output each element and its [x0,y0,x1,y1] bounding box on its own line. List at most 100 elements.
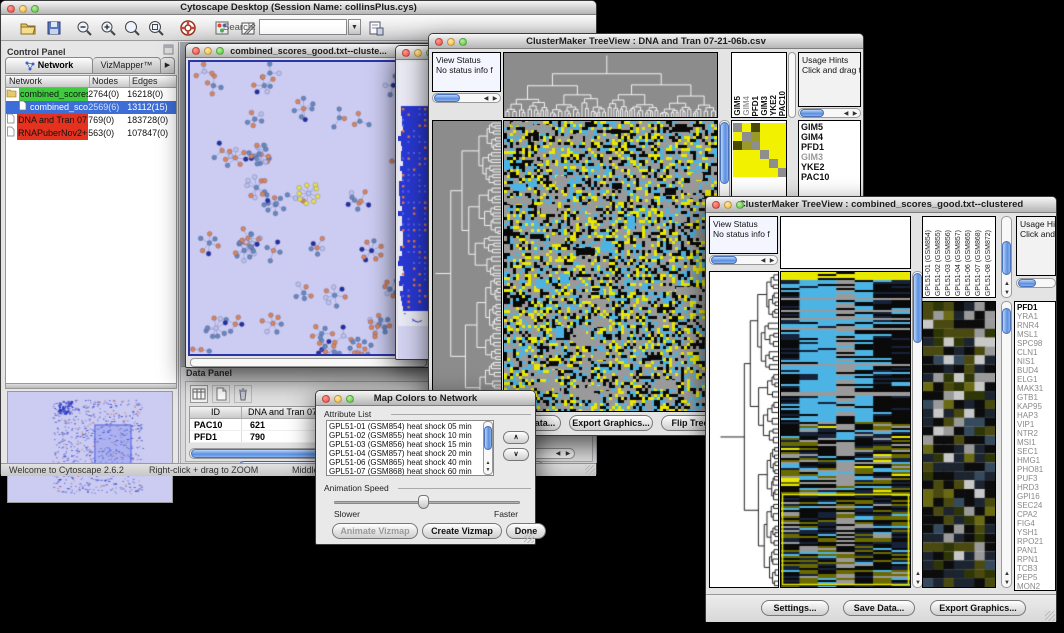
mini-heat-cell[interactable] [769,132,778,141]
minimize-button[interactable] [204,47,212,55]
mini-heat-cell[interactable] [778,141,787,150]
network-hscrollbar[interactable] [190,358,427,367]
mini-heat-cell[interactable] [742,132,751,141]
tv1-heatmap[interactable] [504,121,717,411]
column-label[interactable]: GIM5 [733,96,742,116]
zoom-button[interactable] [459,38,467,46]
gene-label[interactable]: PHO81 [1017,465,1053,474]
mini-heat-cell[interactable] [760,159,769,168]
attribute-item[interactable]: GPL51-04 (GSM857) heat shock 20 min [329,449,491,458]
mini-heat-cell[interactable] [760,132,769,141]
minimize-button[interactable] [334,395,342,403]
tv1-row-dendrogram[interactable] [433,121,501,411]
tv2-zoom-vscrollbar[interactable]: ▲▼ [1001,301,1012,588]
gene-label[interactable]: VIP1 [1017,420,1053,429]
tv2-column-dendrogram[interactable] [780,216,911,269]
mini-heat-cell[interactable] [751,168,760,177]
gene-label[interactable]: CPA2 [1017,510,1053,519]
zoom-button[interactable] [346,395,354,403]
gene-label[interactable]: GIM3 [801,152,858,162]
animate-vizmap-button[interactable]: Animate Vizmap [332,523,418,539]
tv1-mini-heatmap[interactable] [733,123,787,177]
panel-divider[interactable] [5,384,177,389]
attribute-list-scrollbar[interactable]: ▲▼ [483,421,493,475]
mini-heat-cell[interactable] [769,168,778,177]
column-label[interactable]: YKE2 [769,95,778,116]
birdseye-canvas[interactable] [8,392,172,502]
treeview1-title-bar[interactable]: ClusterMaker TreeView : DNA and Tran 07-… [429,34,863,49]
mini-heat-cell[interactable] [769,123,778,132]
gene-label[interactable]: NIS1 [1017,357,1053,366]
close-button[interactable] [7,5,15,13]
column-label[interactable]: GPL51-02 (GSM855) [934,230,944,296]
gene-label[interactable]: GPI16 [1017,492,1053,501]
column-label[interactable]: PFD1 [751,96,760,116]
search-options-icon[interactable] [367,19,385,37]
column-label[interactable]: GPL51-03 (GSM856) [944,230,954,296]
float-panel-icon[interactable] [163,44,174,55]
birdseye-view[interactable] [7,391,173,503]
column-label[interactable]: PAC10 [778,91,787,116]
column-label[interactable]: GPL51-04 (GSM857) [954,230,964,296]
resize-grip[interactable] [524,533,534,543]
gene-label[interactable]: SPC98 [1017,339,1053,348]
close-button[interactable] [435,38,443,46]
network-graph-canvas[interactable] [190,62,427,354]
gene-label[interactable]: ELG1 [1017,375,1053,384]
new-attribute-icon[interactable] [212,385,230,403]
gene-label[interactable]: SEC1 [1017,447,1053,456]
mini-heat-cell[interactable] [742,159,751,168]
close-button[interactable] [322,395,330,403]
gene-label[interactable]: KAP95 [1017,402,1053,411]
gene-label[interactable]: MSL1 [1017,330,1053,339]
mini-heat-cell[interactable] [733,159,742,168]
resize-grip[interactable] [1045,611,1055,621]
tv1-status-scrollbar[interactable]: ◀▶ [432,93,501,103]
main-title-bar[interactable]: Cytoscape Desktop (Session Name: collins… [1,1,596,15]
export-graphics-button[interactable]: Export Graphics... [930,600,1026,616]
tv2-label-scrollbar[interactable]: ▲▼ [1001,216,1012,298]
zoom-selected-icon[interactable] [147,19,165,37]
mini-heat-cell[interactable] [751,141,760,150]
gene-label[interactable]: BUD4 [1017,366,1053,375]
create-vizmap-button[interactable]: Create Vizmap [422,523,502,539]
gene-label[interactable]: NTR2 [1017,429,1053,438]
gene-label[interactable]: TCB3 [1017,564,1053,573]
gene-label[interactable]: RNR4 [1017,321,1053,330]
tv2-row-dendrogram[interactable] [710,272,778,587]
mini-heat-cell[interactable] [778,132,787,141]
save-data-button[interactable]: Save Data... [843,600,915,616]
zoom-button[interactable] [216,47,224,55]
column-label[interactable]: GPL51-01 (GSM854) [924,230,934,296]
gene-label[interactable]: YRA1 [1017,312,1053,321]
minimize-button[interactable] [414,49,422,57]
gene-label[interactable]: GIM4 [801,132,858,142]
gene-label[interactable]: MON2 [1017,582,1053,591]
mini-heat-cell[interactable] [733,141,742,150]
gene-label[interactable]: HAP3 [1017,411,1053,420]
zoom-button[interactable] [31,5,39,13]
gene-label[interactable]: PFD1 [1017,303,1053,312]
gene-label[interactable]: HMG1 [1017,456,1053,465]
tv2-heatmap[interactable] [781,272,910,587]
mini-heat-cell[interactable] [733,123,742,132]
mini-heat-cell[interactable] [742,123,751,132]
help-icon[interactable] [179,19,197,37]
mini-heat-cell[interactable] [778,159,787,168]
close-button[interactable] [712,201,720,209]
mini-heat-cell[interactable] [769,150,778,159]
zoom-button[interactable] [736,201,744,209]
tv1-hints-scrollbar[interactable]: ◀▶ [798,108,861,118]
column-label[interactable]: GPL51-06 (GSM865) [964,230,974,296]
close-button[interactable] [192,47,200,55]
zoom-fit-icon[interactable] [123,19,141,37]
attribute-item[interactable]: GPL51-07 (GSM868) heat shock 60 min [329,467,491,476]
treeview2-title-bar[interactable]: ClusterMaker TreeView : combined_scores_… [706,197,1056,213]
resize-grip[interactable] [585,465,595,475]
col-header-id[interactable]: ID [190,407,242,418]
gene-label[interactable]: CLN1 [1017,348,1053,357]
delete-attribute-icon[interactable] [234,385,252,403]
move-down-button[interactable]: ∨ [503,448,529,461]
gene-label[interactable]: YSH1 [1017,528,1053,537]
gene-label[interactable]: YKE2 [801,162,858,172]
